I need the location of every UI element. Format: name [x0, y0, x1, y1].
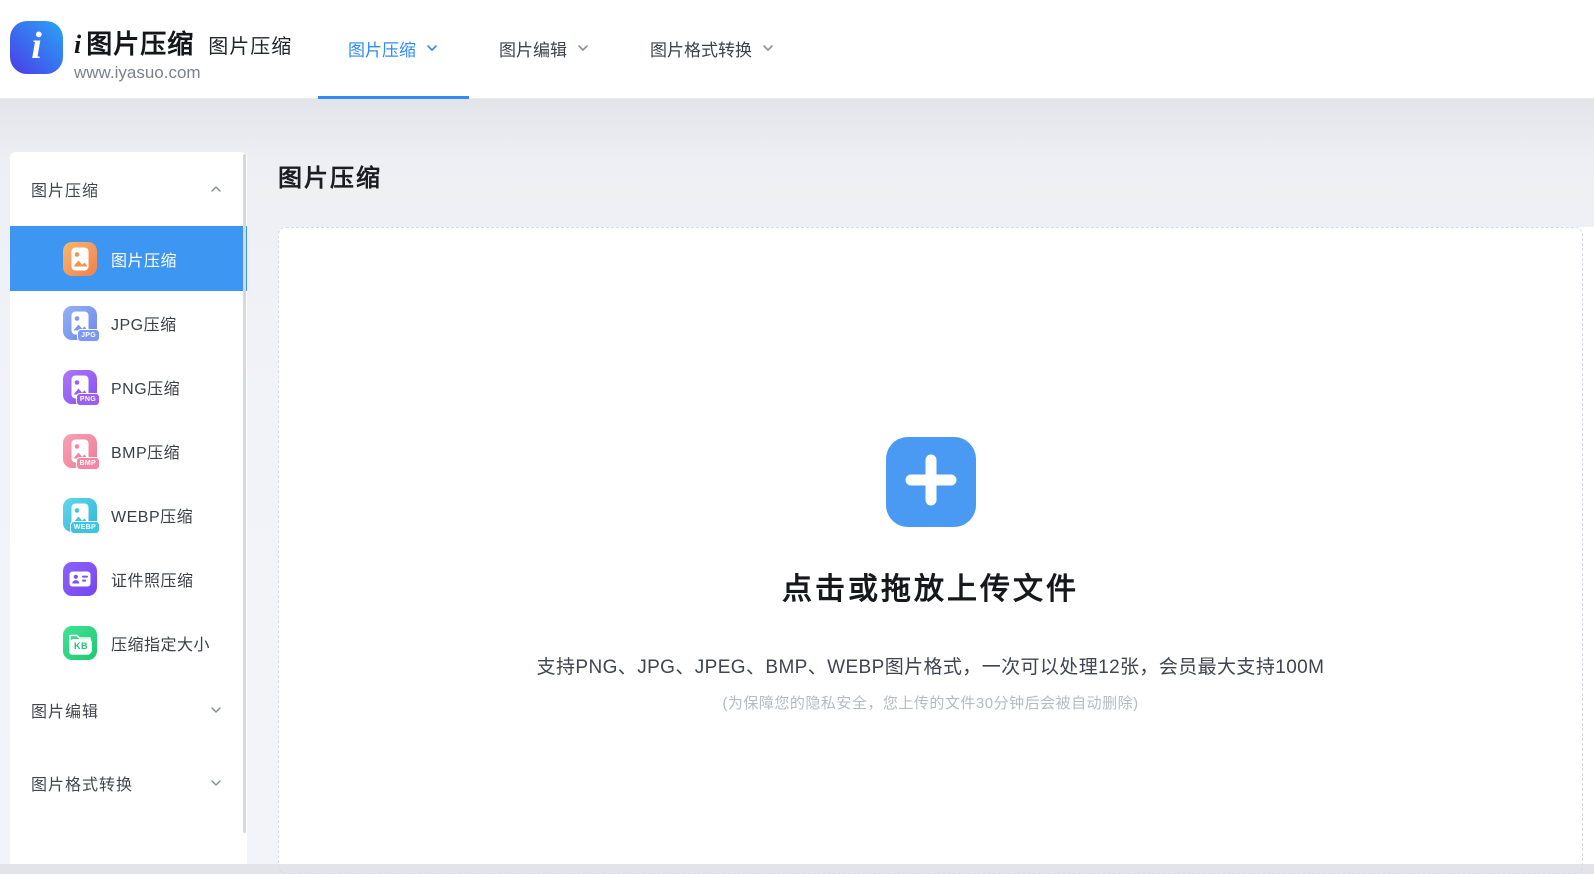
top-navigation: 图片压缩 图片编辑 图片格式转换 — [318, 0, 805, 99]
sidebar-group-label: 图片格式转换 — [31, 771, 133, 795]
sidebar-scrollbar[interactable] — [243, 154, 246, 833]
sidebar-item-compress-to-size[interactable]: KB 压缩指定大小 — [10, 611, 247, 675]
upload-description: 支持PNG、JPG、JPEG、BMP、WEBP图片格式，一次可以处理12张，会员… — [537, 652, 1325, 679]
sidebar-item-label: PNG压缩 — [111, 375, 180, 399]
upload-plus-button[interactable] — [886, 437, 976, 527]
image-compress-icon — [63, 242, 97, 276]
brand-name: i图片压缩 — [74, 24, 194, 61]
bmp-compress-icon: BMP — [63, 434, 97, 468]
sidebar-item-id-photo-compress[interactable]: 证件照压缩 — [10, 547, 247, 611]
format-badge: JPG — [77, 329, 100, 342]
brand-domain: www.iyasuo.com — [74, 63, 292, 83]
folder-size-icon: KB — [63, 626, 97, 660]
sidebar-item-webp-compress[interactable]: WEBP WEBP压缩 — [10, 483, 247, 547]
upload-dropzone[interactable]: 点击或拖放上传文件 支持PNG、JPG、JPEG、BMP、WEBP图片格式，一次… — [278, 227, 1594, 864]
jpg-compress-icon: JPG — [63, 306, 97, 340]
nav-item-label: 图片编辑 — [499, 36, 567, 61]
chevron-down-icon — [425, 41, 439, 55]
brand-name-cn: 图片压缩 — [86, 29, 194, 59]
format-badge: WEBP — [70, 521, 100, 534]
format-badge: PNG — [76, 393, 100, 406]
nav-item-label: 图片压缩 — [348, 36, 416, 61]
sidebar-group-image-compress[interactable]: 图片压缩 — [10, 152, 247, 226]
sidebar-item-jpg-compress[interactable]: JPG JPG压缩 — [10, 291, 247, 355]
nav-item-label: 图片格式转换 — [650, 36, 752, 61]
header: i i图片压缩 图片压缩 www.iyasuo.com 图片压缩 图片编辑 图片… — [0, 0, 1594, 99]
nav-item-image-compress[interactable]: 图片压缩 — [318, 0, 469, 99]
kb-badge: KB — [70, 639, 92, 654]
sidebar-item-label: 图片压缩 — [111, 247, 177, 271]
png-compress-icon: PNG — [63, 370, 97, 404]
i-logo-icon: i — [10, 21, 63, 74]
sidebar-item-label: WEBP压缩 — [111, 503, 193, 527]
webp-compress-icon: WEBP — [63, 498, 97, 532]
sidebar-item-bmp-compress[interactable]: BMP BMP压缩 — [10, 419, 247, 483]
brand-suffix: 图片压缩 — [208, 30, 292, 59]
sidebar-item-image-compress[interactable]: 图片压缩 — [10, 226, 247, 291]
plus-icon — [886, 435, 976, 530]
page-title: 图片压缩 — [278, 158, 382, 193]
id-photo-icon — [63, 562, 97, 596]
sidebar-group-image-edit[interactable]: 图片编辑 — [10, 675, 247, 745]
sidebar-item-label: 压缩指定大小 — [111, 631, 210, 655]
sidebar-item-label: BMP压缩 — [111, 439, 180, 463]
nav-item-format-convert[interactable]: 图片格式转换 — [620, 0, 805, 99]
sidebar-item-png-compress[interactable]: PNG PNG压缩 — [10, 355, 247, 419]
chevron-down-icon — [209, 776, 223, 790]
brand-logo[interactable]: i i图片压缩 图片压缩 www.iyasuo.com — [10, 21, 292, 77]
upload-privacy-note: (为保障您的隐私安全，您上传的文件30分钟后会被自动删除) — [722, 692, 1138, 713]
chevron-down-icon — [209, 703, 223, 717]
chevron-down-icon — [761, 41, 775, 55]
chevron-down-icon — [576, 41, 590, 55]
sidebar-item-label: JPG压缩 — [111, 311, 177, 335]
nav-item-image-edit[interactable]: 图片编辑 — [469, 0, 620, 99]
sidebar: 图片压缩 图片压缩 JPG JPG压缩 PNG PNG压缩 BMP BMP压缩 — [10, 152, 247, 864]
format-badge: BMP — [76, 457, 100, 470]
upload-title: 点击或拖放上传文件 — [782, 564, 1079, 608]
sidebar-group-label: 图片编辑 — [31, 698, 99, 722]
chevron-up-icon — [209, 182, 223, 196]
sidebar-item-label: 证件照压缩 — [111, 567, 194, 591]
sidebar-group-label: 图片压缩 — [31, 177, 99, 201]
sidebar-group-format-convert[interactable]: 图片格式转换 — [10, 745, 247, 821]
brand-text: i图片压缩 图片压缩 www.iyasuo.com — [74, 21, 292, 83]
